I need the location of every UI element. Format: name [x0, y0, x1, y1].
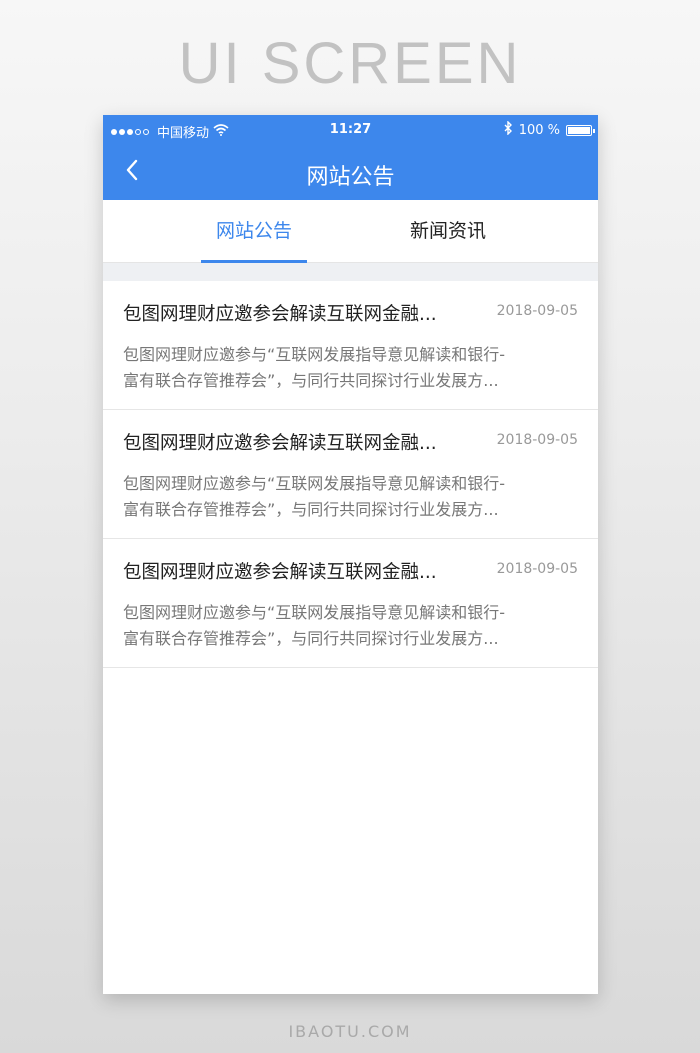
summary-line: 富有联合存管推荐会”，与同行共同探讨行业发展方... [123, 371, 499, 390]
bluetooth-icon [503, 120, 513, 139]
news-date: 2018-09-05 [496, 303, 578, 319]
tab-label: 网站公告 [215, 220, 292, 242]
news-date: 2018-09-05 [496, 561, 578, 577]
news-summary: 包图网理财应邀参与“互联网发展指导意见解读和银行- 富有联合存管推荐会”，与同行… [123, 600, 578, 652]
page-heading: UI SCREEN [178, 31, 522, 96]
summary-line: 包图网理财应邀参与“互联网发展指导意见解读和银行- [123, 345, 506, 364]
top-bar: 中国移动 11:27 100 % 网站公告 [103, 115, 598, 200]
summary-line: 包图网理财应邀参与“互联网发展指导意见解读和银行- [123, 603, 506, 622]
summary-line: 富有联合存管推荐会”，与同行共同探讨行业发展方... [123, 629, 499, 648]
news-title: 包图网理财应邀参会解读互联网金融... [123, 562, 437, 583]
news-title: 包图网理财应邀参会解读互联网金融... [123, 304, 437, 325]
status-bar: 中国移动 11:27 100 % [103, 115, 598, 145]
list-item[interactable]: 包图网理财应邀参会解读互联网金融... 2018-09-05 包图网理财应邀参与… [103, 281, 598, 410]
news-list: 包图网理财应邀参会解读互联网金融... 2018-09-05 包图网理财应邀参与… [103, 281, 598, 668]
page-title: 网站公告 [306, 165, 395, 190]
list-item[interactable]: 包图网理财应邀参会解读互联网金融... 2018-09-05 包图网理财应邀参与… [103, 410, 598, 539]
battery-fill [568, 126, 590, 134]
tab-news[interactable]: 新闻资讯 [395, 200, 501, 263]
status-right: 100 % [503, 120, 595, 139]
tab-website-notice[interactable]: 网站公告 [201, 200, 307, 263]
active-tab-indicator [201, 260, 307, 263]
battery-icon [566, 124, 595, 136]
footer-brand: IBAOTU.COM [288, 1022, 412, 1041]
summary-line: 包图网理财应邀参与“互联网发展指导意见解读和银行- [123, 474, 506, 493]
news-summary: 包图网理财应邀参与“互联网发展指导意见解读和银行- 富有联合存管推荐会”，与同行… [123, 471, 578, 523]
section-divider [103, 263, 598, 281]
news-date: 2018-09-05 [496, 432, 578, 448]
phone-screen: 中国移动 11:27 100 % 网站公告 网站公告 新闻资讯 包图网理财应邀参… [103, 115, 598, 994]
summary-line: 富有联合存管推荐会”，与同行共同探讨行业发展方... [123, 500, 499, 519]
tab-label: 新闻资讯 [409, 220, 486, 242]
list-item[interactable]: 包图网理财应邀参会解读互联网金融... 2018-09-05 包图网理财应邀参与… [103, 539, 598, 668]
nav-bar: 网站公告 [103, 145, 598, 200]
tab-bar: 网站公告 新闻资讯 [103, 200, 598, 263]
battery-percent: 100 % [518, 122, 560, 138]
news-summary: 包图网理财应邀参与“互联网发展指导意见解读和银行- 富有联合存管推荐会”，与同行… [123, 342, 578, 394]
news-title: 包图网理财应邀参会解读互联网金融... [123, 433, 437, 454]
